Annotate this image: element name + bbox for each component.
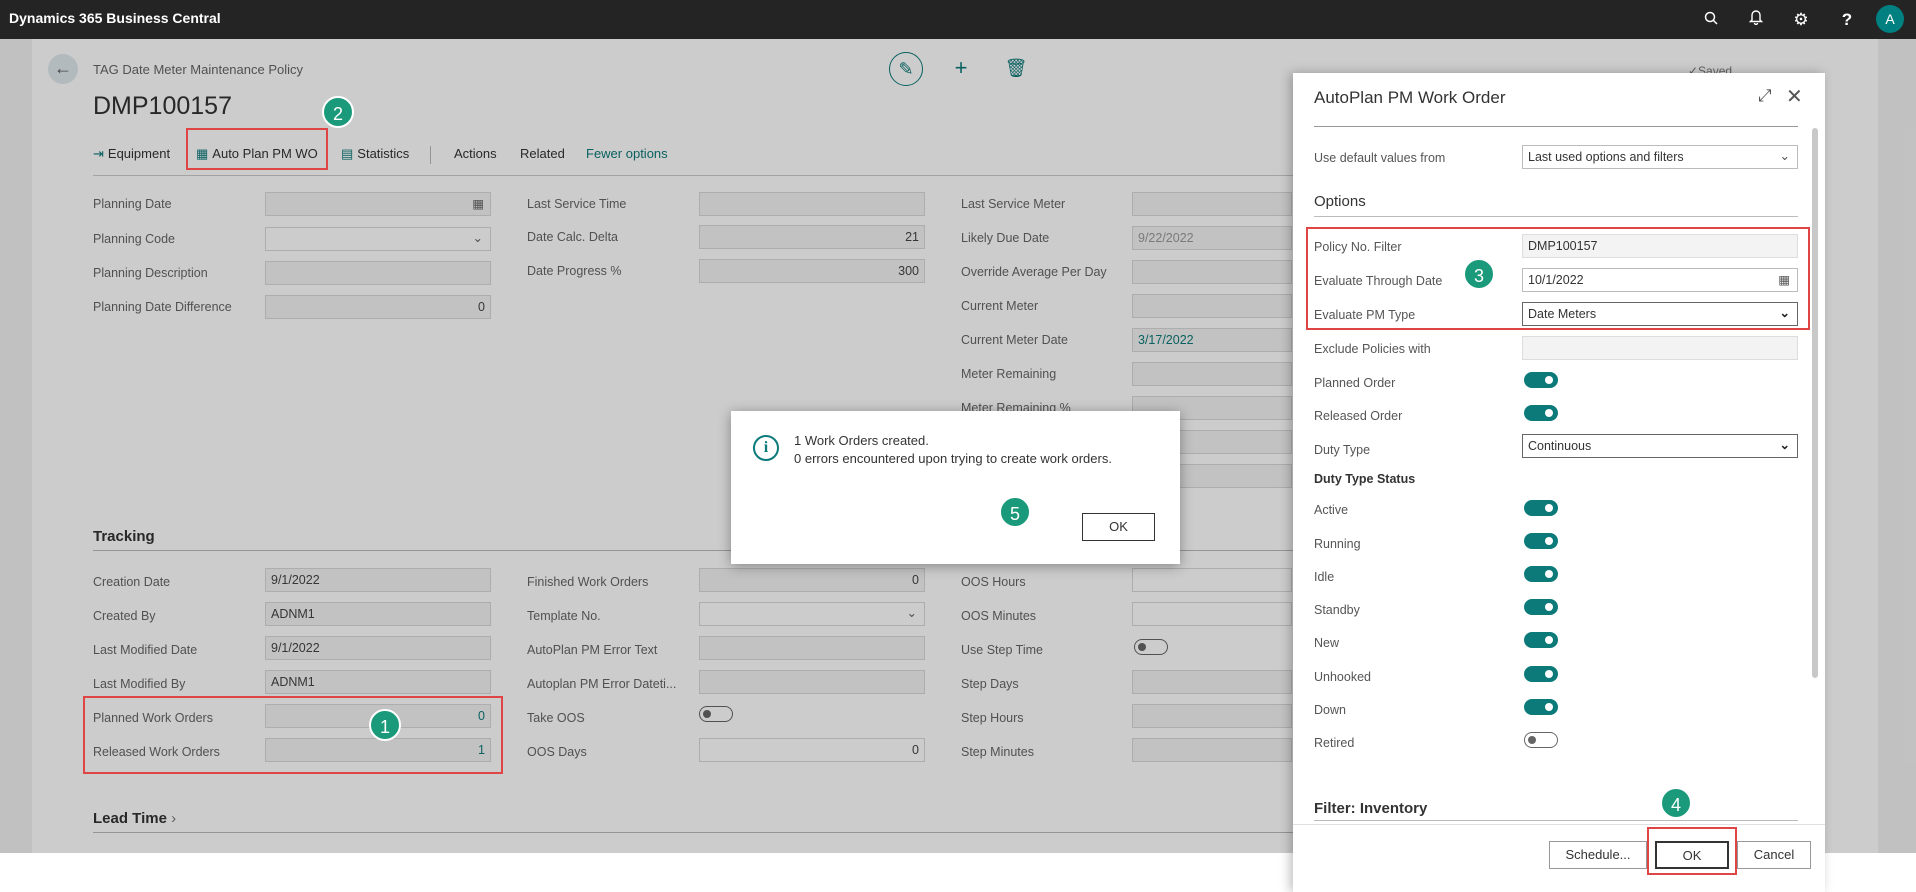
annotation-box-options [1306, 227, 1810, 330]
filter-inventory-title[interactable]: Filter: Inventory [1314, 800, 1427, 817]
panel-scrollbar[interactable] [1812, 128, 1818, 678]
panel-title-divider [1314, 126, 1798, 127]
status-idle-label: Idle [1314, 570, 1335, 584]
status-unhooked-toggle[interactable] [1524, 666, 1558, 682]
top-bar: Dynamics 365 Business Central ⚙ ? A [0, 0, 1916, 39]
annotation-badge-1: 1 [369, 709, 401, 741]
info-icon: i [753, 435, 779, 461]
avatar[interactable]: A [1876, 5, 1904, 33]
default-values-label: Use default values from [1314, 151, 1446, 165]
bell-icon[interactable] [1745, 9, 1767, 31]
gear-icon[interactable]: ⚙ [1790, 9, 1812, 31]
app-title: Dynamics 365 Business Central [9, 10, 221, 26]
annotation-box-work-orders [83, 696, 503, 774]
help-icon[interactable]: ? [1836, 9, 1858, 31]
search-icon[interactable] [1700, 9, 1722, 31]
released-order-toggle[interactable] [1524, 405, 1558, 421]
exclude-policies-field[interactable] [1522, 336, 1798, 360]
panel-footer-divider [1293, 824, 1825, 825]
status-unhooked-label: Unhooked [1314, 670, 1371, 684]
message-line-1: 1 Work Orders created. [794, 433, 929, 448]
annotation-badge-2: 2 [322, 96, 354, 128]
status-standby-toggle[interactable] [1524, 599, 1558, 615]
status-retired-label: Retired [1314, 736, 1355, 750]
schedule-button[interactable]: Schedule... [1549, 841, 1647, 869]
status-new-label: New [1314, 636, 1340, 650]
annotation-badge-5: 5 [999, 496, 1031, 528]
status-standby-label: Standby [1314, 603, 1360, 617]
status-active-label: Active [1314, 503, 1349, 517]
status-running-label: Running [1314, 537, 1361, 551]
panel-title: AutoPlan PM Work Order [1314, 88, 1506, 107]
status-idle-toggle[interactable] [1524, 566, 1558, 582]
status-new-toggle[interactable] [1524, 632, 1558, 648]
options-section-title: Options [1314, 193, 1366, 210]
duty-type-select[interactable]: Continuous ⌄ [1522, 434, 1798, 458]
chevron-down-icon: ⌄ [1779, 438, 1790, 452]
annotation-badge-4: 4 [1660, 787, 1692, 819]
default-values-select[interactable]: Last used options and filters ⌄ [1522, 145, 1798, 169]
status-down-label: Down [1314, 703, 1346, 717]
chevron-down-icon: ⌄ [1779, 149, 1790, 163]
status-down-toggle[interactable] [1524, 699, 1558, 715]
duty-type-label: Duty Type [1314, 443, 1371, 457]
released-order-label: Released Order [1314, 409, 1403, 423]
status-retired-toggle[interactable] [1524, 732, 1558, 748]
filter-divider [1314, 820, 1798, 821]
annotation-box-ok [1647, 827, 1737, 875]
annotation-box-autoplan [186, 128, 328, 170]
expand-icon[interactable]: ⤢ [1758, 86, 1772, 106]
annotation-badge-3: 3 [1463, 258, 1495, 290]
message-line-2: 0 errors encountered upon trying to crea… [794, 451, 1112, 466]
duty-type-status-title: Duty Type Status [1314, 472, 1416, 486]
cancel-button[interactable]: Cancel [1737, 841, 1811, 869]
planned-order-label: Planned Order [1314, 376, 1396, 390]
status-running-toggle[interactable] [1524, 533, 1558, 549]
status-active-toggle[interactable] [1524, 500, 1558, 516]
message-ok-button[interactable]: OK [1082, 513, 1155, 541]
close-icon[interactable]: ✕ [1786, 84, 1803, 109]
planned-order-toggle[interactable] [1524, 372, 1558, 388]
exclude-policies-label: Exclude Policies with [1314, 342, 1431, 356]
options-divider [1314, 216, 1798, 217]
